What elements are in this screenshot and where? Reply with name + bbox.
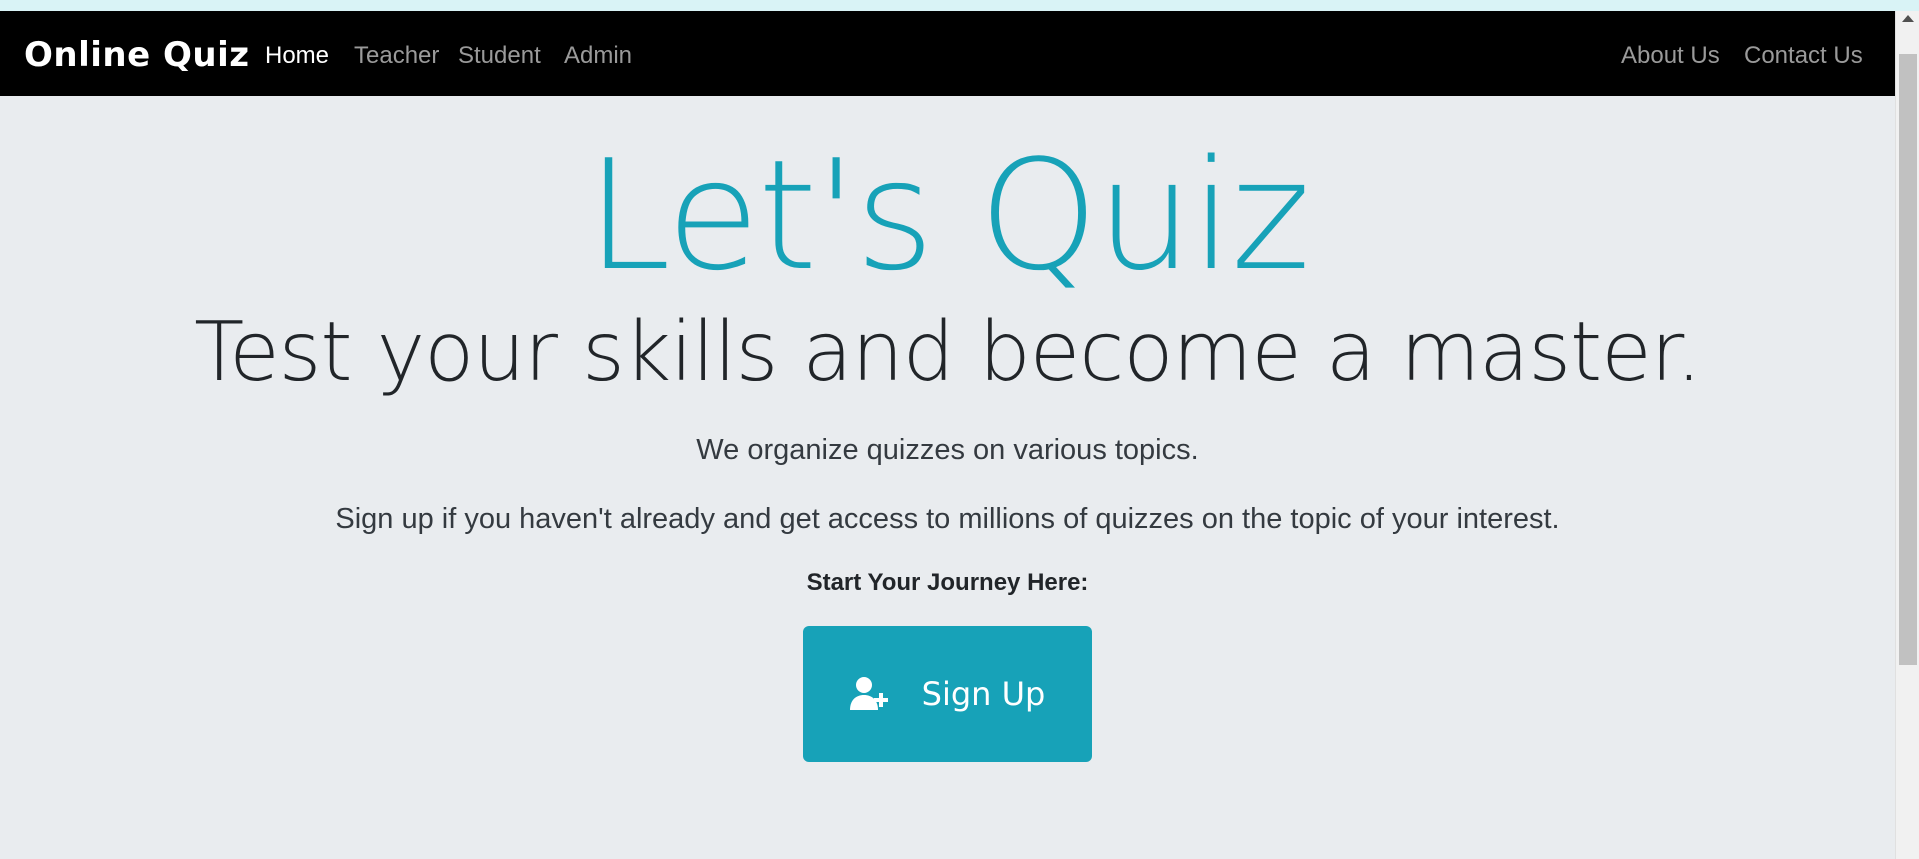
scrollbar-thumb[interactable] xyxy=(1899,54,1917,665)
browser-top-strip xyxy=(0,0,1919,11)
navbar: Online Quiz Home Teacher Student Admin A… xyxy=(0,11,1895,96)
journey-label: Start Your Journey Here: xyxy=(806,569,1089,596)
hero-lead-text-signup: Sign up if you haven't already and get a… xyxy=(335,503,1560,535)
nav-link-admin[interactable]: Admin xyxy=(564,42,632,70)
nav-link-student[interactable]: Student xyxy=(458,42,541,70)
signup-button-label: Sign Up xyxy=(921,675,1046,713)
nav-link-teacher[interactable]: Teacher xyxy=(354,42,439,70)
brand-logo[interactable]: Online Quiz xyxy=(24,35,250,75)
scroll-up-arrow-icon[interactable] xyxy=(1902,15,1914,22)
hero-title: Let's Quiz xyxy=(586,127,1310,304)
signup-button[interactable]: Sign Up xyxy=(803,626,1092,762)
hero-jumbotron: Let's Quiz Test your skills and become a… xyxy=(0,96,1895,859)
hero-subtitle: Test your skills and become a master. xyxy=(194,305,1702,400)
vertical-scrollbar[interactable] xyxy=(1895,11,1919,859)
nav-link-home[interactable]: Home xyxy=(265,42,329,70)
hero-lead-text: We organize quizzes on various topics. xyxy=(696,434,1199,466)
nav-link-about-us[interactable]: About Us xyxy=(1621,42,1720,70)
nav-link-contact-us[interactable]: Contact Us xyxy=(1744,42,1863,70)
user-plus-icon xyxy=(849,677,888,710)
